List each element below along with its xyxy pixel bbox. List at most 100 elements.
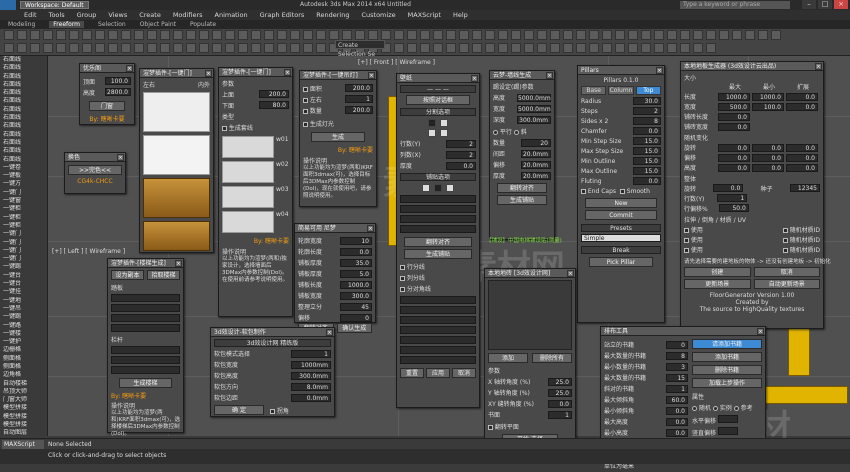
new-button[interactable]: New [585,198,657,208]
field[interactable]: 45 [340,302,372,311]
field[interactable]: 0.0 [786,92,818,101]
delete-all-button[interactable]: 删除所有 [532,353,572,363]
toolbar-tool-icon[interactable] [121,43,131,53]
field[interactable]: 5.0 [340,269,372,278]
script-list-item[interactable]: 右面线 [0,97,47,105]
menu-item[interactable]: Animation [215,11,248,19]
door-thumb[interactable] [143,221,210,251]
toolbar-tool-icon[interactable] [381,30,391,40]
toolbar-tool-icon[interactable] [95,43,105,53]
toolbar-tool-icon[interactable] [303,30,313,40]
script-list-item[interactable]: 一键路 [0,322,47,330]
field[interactable]: 1000.0 [718,92,750,101]
toolbar-tool-icon[interactable] [537,30,547,40]
toolbar-tool-icon[interactable] [706,43,716,53]
field[interactable]: 0.0 [718,143,750,152]
script-list-item[interactable]: 一键地 [0,297,47,305]
toolbar-tool-icon[interactable] [69,30,79,40]
toolbar-tool-icon[interactable] [563,30,573,40]
field[interactable]: 0.0 [718,153,750,162]
script-list-item[interactable]: 一键楼 [0,330,47,338]
script-list-item[interactable]: 模型拼接 [0,404,47,412]
script-list-item[interactable]: 自动楼梯 [0,380,47,388]
toolbar-tool-icon[interactable] [459,30,469,40]
app-logo-icon[interactable] [0,0,16,10]
menu-item[interactable]: Create [139,11,161,19]
close-icon[interactable]: × [205,70,212,77]
toolbar-tool-icon[interactable] [82,30,92,40]
generate-button[interactable]: 生成 [311,132,365,142]
field[interactable]: 0.0 [752,163,784,172]
script-list-item[interactable]: 一键柜 [0,205,47,213]
menu-item[interactable]: Rendering [316,11,349,19]
toolbar-tool-icon[interactable] [290,43,300,53]
toolbar-tool-icon[interactable] [524,30,534,40]
confirm-generate-button[interactable]: 确认生成 [336,323,372,333]
update-scene-button[interactable]: 更新场景 [684,279,751,289]
toolbar-tool-icon[interactable] [615,30,625,40]
ribbon-tab[interactable]: Selection [98,21,126,28]
field[interactable]: 25.0 [548,388,572,397]
toolbar-tool-icon[interactable] [589,43,599,53]
script-list-item[interactable]: 右面线 [0,156,47,164]
menu-item[interactable]: Views [108,11,127,19]
field[interactable]: 200.0 [345,106,373,114]
cancel-button[interactable]: 取消 [452,368,476,378]
toolbar-tool-icon[interactable] [498,43,508,53]
dialog-title[interactable]: 渲梦插件-[一键门] × [219,68,292,77]
close-icon[interactable]: × [757,328,764,335]
script-list-item[interactable]: 模型拼接 [0,413,47,421]
toolbar-tool-icon[interactable] [30,43,40,53]
close-icon[interactable]: × [284,69,291,76]
toolbar-tool-icon[interactable] [602,43,612,53]
add-button[interactable]: 添加 [488,353,528,363]
seed-field[interactable]: 12345 [789,184,820,192]
add-books-button[interactable]: 添加书籍 [692,352,762,362]
toolbar-tool-icon[interactable] [264,43,274,53]
dialog-title[interactable]: 本地地砖 [3d效设计网] × [485,269,575,278]
toolbar-tool-icon[interactable] [628,30,638,40]
toolbar-tool-icon[interactable] [264,30,274,40]
checkbox[interactable] [619,189,625,194]
toolbar-tool-icon[interactable] [433,43,443,53]
field[interactable]: 0.0 [713,184,744,192]
toolbar-tool-icon[interactable] [225,43,235,53]
tab-column[interactable]: Column [608,86,634,95]
toolbar-tool-icon[interactable] [290,30,300,40]
field[interactable]: 30.0 [633,97,661,105]
presets-dropdown[interactable]: Simple [581,234,661,242]
toolbar-tool-icon[interactable] [43,43,53,53]
close-icon[interactable]: × [834,0,848,9]
dialog-title[interactable]: 3d效设计-软包制作 × [211,328,334,337]
field[interactable]: 0.0 [548,399,572,408]
script-list-item[interactable]: 右面线 [0,139,47,147]
script-list-item[interactable]: 一键护 [0,338,47,346]
field[interactable]: 35.0 [340,258,372,267]
tile-list[interactable] [488,280,572,350]
script-list-item[interactable]: 右面线 [0,89,47,97]
script-list-item[interactable]: 右面线 [0,122,47,130]
toolbar-tool-icon[interactable] [147,43,157,53]
script-list-item[interactable]: 边栅格 [0,346,47,354]
toolbar-tool-icon[interactable] [550,43,560,53]
script-list-item[interactable]: 一键卷 [0,164,47,172]
field[interactable]: 300.0 [340,291,372,300]
toolbar-tool-icon[interactable] [160,30,170,40]
tab-top[interactable]: Top [635,86,661,95]
toolbar-tool-icon[interactable] [342,30,352,40]
checkbox[interactable] [303,122,308,127]
toolbar-tool-icon[interactable] [706,30,716,40]
toolbar-tool-icon[interactable] [95,30,105,40]
menu-item[interactable]: Tools [49,11,65,19]
field[interactable]: 2 [446,139,476,148]
door-style-thumb[interactable] [222,186,274,208]
field[interactable]: 1 [717,194,748,202]
script-list-item[interactable]: 一键门 [0,189,47,197]
toolbar-tool-icon[interactable] [745,30,755,40]
field[interactable]: 10 [340,236,372,245]
ribbon-tab[interactable]: Object Paint [140,21,176,28]
field[interactable]: 0.0 [666,428,688,437]
toolbar-tool-icon[interactable] [667,43,677,53]
field[interactable]: 0.0 [786,163,818,172]
confirm-button[interactable]: 确 定 [214,405,264,415]
